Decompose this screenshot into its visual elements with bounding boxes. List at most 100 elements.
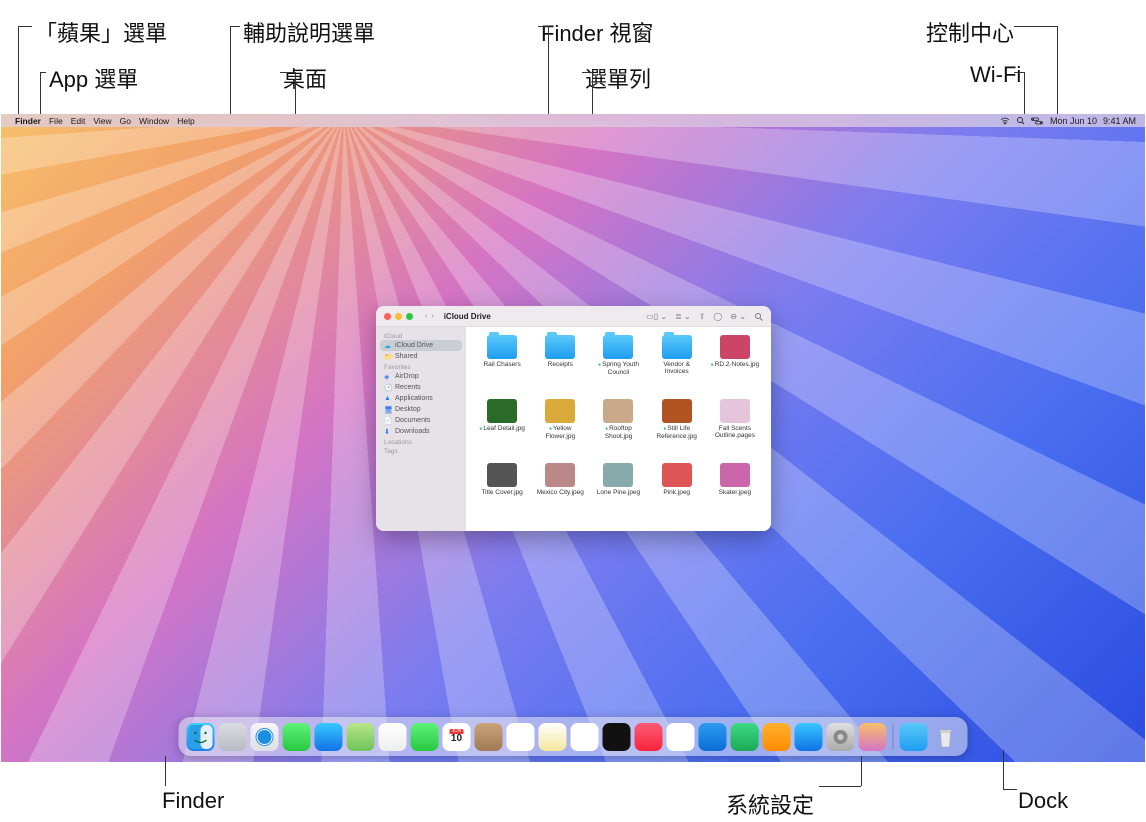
menu-view[interactable]: View [93,116,111,126]
back-button[interactable]: ‹ [425,313,427,320]
file-label: Yellow Flower.jpg [535,425,585,440]
file-item[interactable]: Yellow Flower.jpg [532,399,588,459]
dock-safari[interactable] [251,723,279,751]
dock-freeform[interactable] [571,723,599,751]
share-button[interactable]: ⇪ [699,312,706,321]
file-label: Pink.jpeg [663,489,690,496]
dock-mail[interactable] [315,723,343,751]
dock-contacts[interactable] [475,723,503,751]
dock-app-store[interactable] [795,723,823,751]
callout-finder-window: Finder 視窗 [541,16,653,48]
spotlight-icon[interactable] [1016,116,1025,125]
sidebar-item-downloads[interactable]: ⬇Downloads [376,426,466,437]
control-center-icon[interactable] [1031,117,1043,125]
dock-keynote[interactable] [699,723,727,751]
forward-button[interactable]: › [431,313,433,320]
menubar-time[interactable]: 9:41 AM [1103,116,1136,126]
dock-tv[interactable] [603,723,631,751]
file-item[interactable]: Fall Scents Outline.pages [707,399,763,459]
finder-toolbar: ‹ › iCloud Drive ▭▯ ⌄ ≣ ⌄ ⇪ ◯ ⊖ ⌄ [376,306,771,327]
desktop-screenshot: Finder File Edit View Go Window Help Mon… [1,114,1145,762]
dock-downloads[interactable] [900,723,928,751]
dock-music[interactable] [635,723,663,751]
dock-numbers[interactable] [731,723,759,751]
file-label: Rooftop Shoot.jpg [593,425,643,440]
sidebar-item-desktop[interactable]: 🖥Desktop [376,404,466,415]
folder-icon [603,335,633,359]
file-item[interactable]: Spring Youth Council [590,335,646,395]
apps-icon: ▲ [384,395,392,403]
menu-file[interactable]: File [49,116,63,126]
shared-icon: 📁 [384,353,392,361]
minimize-button[interactable] [395,313,402,320]
dock-notes[interactable] [539,723,567,751]
close-button[interactable] [384,313,391,320]
menu-window[interactable]: Window [139,116,169,126]
recent-icon: 🕑 [384,384,392,392]
sidebar-item-shared[interactable]: 📁Shared [376,351,466,362]
sidebar-item-documents[interactable]: 📄Documents [376,415,466,426]
file-item[interactable]: Rooftop Shoot.jpg [590,399,646,459]
finder-window: ‹ › iCloud Drive ▭▯ ⌄ ≣ ⌄ ⇪ ◯ ⊖ ⌄ iCloud… [376,306,771,531]
finder-content: Rail Chasers Receipts Spring Youth Council… [466,327,771,531]
menu-go[interactable]: Go [120,116,131,126]
file-item[interactable]: Vendor & Invoices [649,335,705,395]
sidebar-item-icloud-drive[interactable]: ☁iCloud Drive [380,340,462,351]
file-label: Receipts [548,361,573,368]
dock-maps[interactable] [347,723,375,751]
file-item[interactable]: Still Life Reference.jpg [649,399,705,459]
sidebar-item-label: Downloads [395,428,430,435]
sidebar-item-airdrop[interactable]: ◈AirDrop [376,371,466,382]
window-controls[interactable] [384,313,413,320]
dock-finder[interactable] [187,723,215,751]
file-item[interactable]: Title Cover.jpg [474,463,530,523]
finder-title: iCloud Drive [444,312,640,321]
file-label: Title Cover.jpg [481,489,522,496]
group-button[interactable]: ≣ ⌄ [675,312,691,321]
callout-help-menu: 輔助說明選單 [243,16,375,48]
desk-icon: 🖥 [384,406,392,414]
file-item[interactable]: RD.2-Notes.jpg [707,335,763,395]
wifi-icon[interactable] [1000,117,1010,125]
file-thumbnail [720,335,750,359]
file-thumbnail [720,463,750,487]
view-mode-button[interactable]: ▭▯ ⌄ [646,312,667,321]
menubar-date[interactable]: Mon Jun 10 [1050,116,1097,126]
sidebar-item-label: Applications [395,395,433,402]
file-thumbnail [545,399,575,423]
sidebar-section-header: Tags [376,446,466,455]
file-item[interactable]: Lone Pine.jpeg [590,463,646,523]
file-item[interactable]: Leaf Detail.jpg [474,399,530,459]
menu-edit[interactable]: Edit [71,116,86,126]
sidebar-item-applications[interactable]: ▲Applications [376,393,466,404]
dock-reminders[interactable] [507,723,535,751]
dock-pages[interactable] [763,723,791,751]
action-button[interactable]: ⊖ ⌄ [730,312,746,321]
menu-help[interactable]: Help [177,116,194,126]
file-item[interactable]: Pink.jpeg [649,463,705,523]
folder-icon [662,335,692,359]
zoom-button[interactable] [406,313,413,320]
file-label: Still Life Reference.jpg [652,425,702,440]
cloud-icon: ☁ [384,342,392,350]
file-item[interactable]: Mexico City.jpeg [532,463,588,523]
dock-photos[interactable] [379,723,407,751]
file-item[interactable]: Rail Chasers [474,335,530,395]
sidebar-item-label: Documents [395,417,430,424]
search-button[interactable] [754,312,763,321]
file-item[interactable]: Receipts [532,335,588,395]
dock-trash[interactable] [932,723,960,751]
dock-launchpad[interactable] [219,723,247,751]
dock-news[interactable] [667,723,695,751]
dock-facetime[interactable] [411,723,439,751]
sidebar-section-header: Favorites [376,362,466,371]
dock-system-settings[interactable] [827,723,855,751]
sidebar-item-recents[interactable]: 🕑Recents [376,382,466,393]
dock-messages[interactable] [283,723,311,751]
file-item[interactable]: Skater.jpeg [707,463,763,523]
app-menu-name[interactable]: Finder [15,116,41,126]
dock-iphone-mirroring[interactable] [859,723,887,751]
callout-control-center: 控制中心 [926,16,1014,48]
tags-button[interactable]: ◯ [713,312,722,321]
dock-calendar[interactable]: JUN10 [443,723,471,751]
